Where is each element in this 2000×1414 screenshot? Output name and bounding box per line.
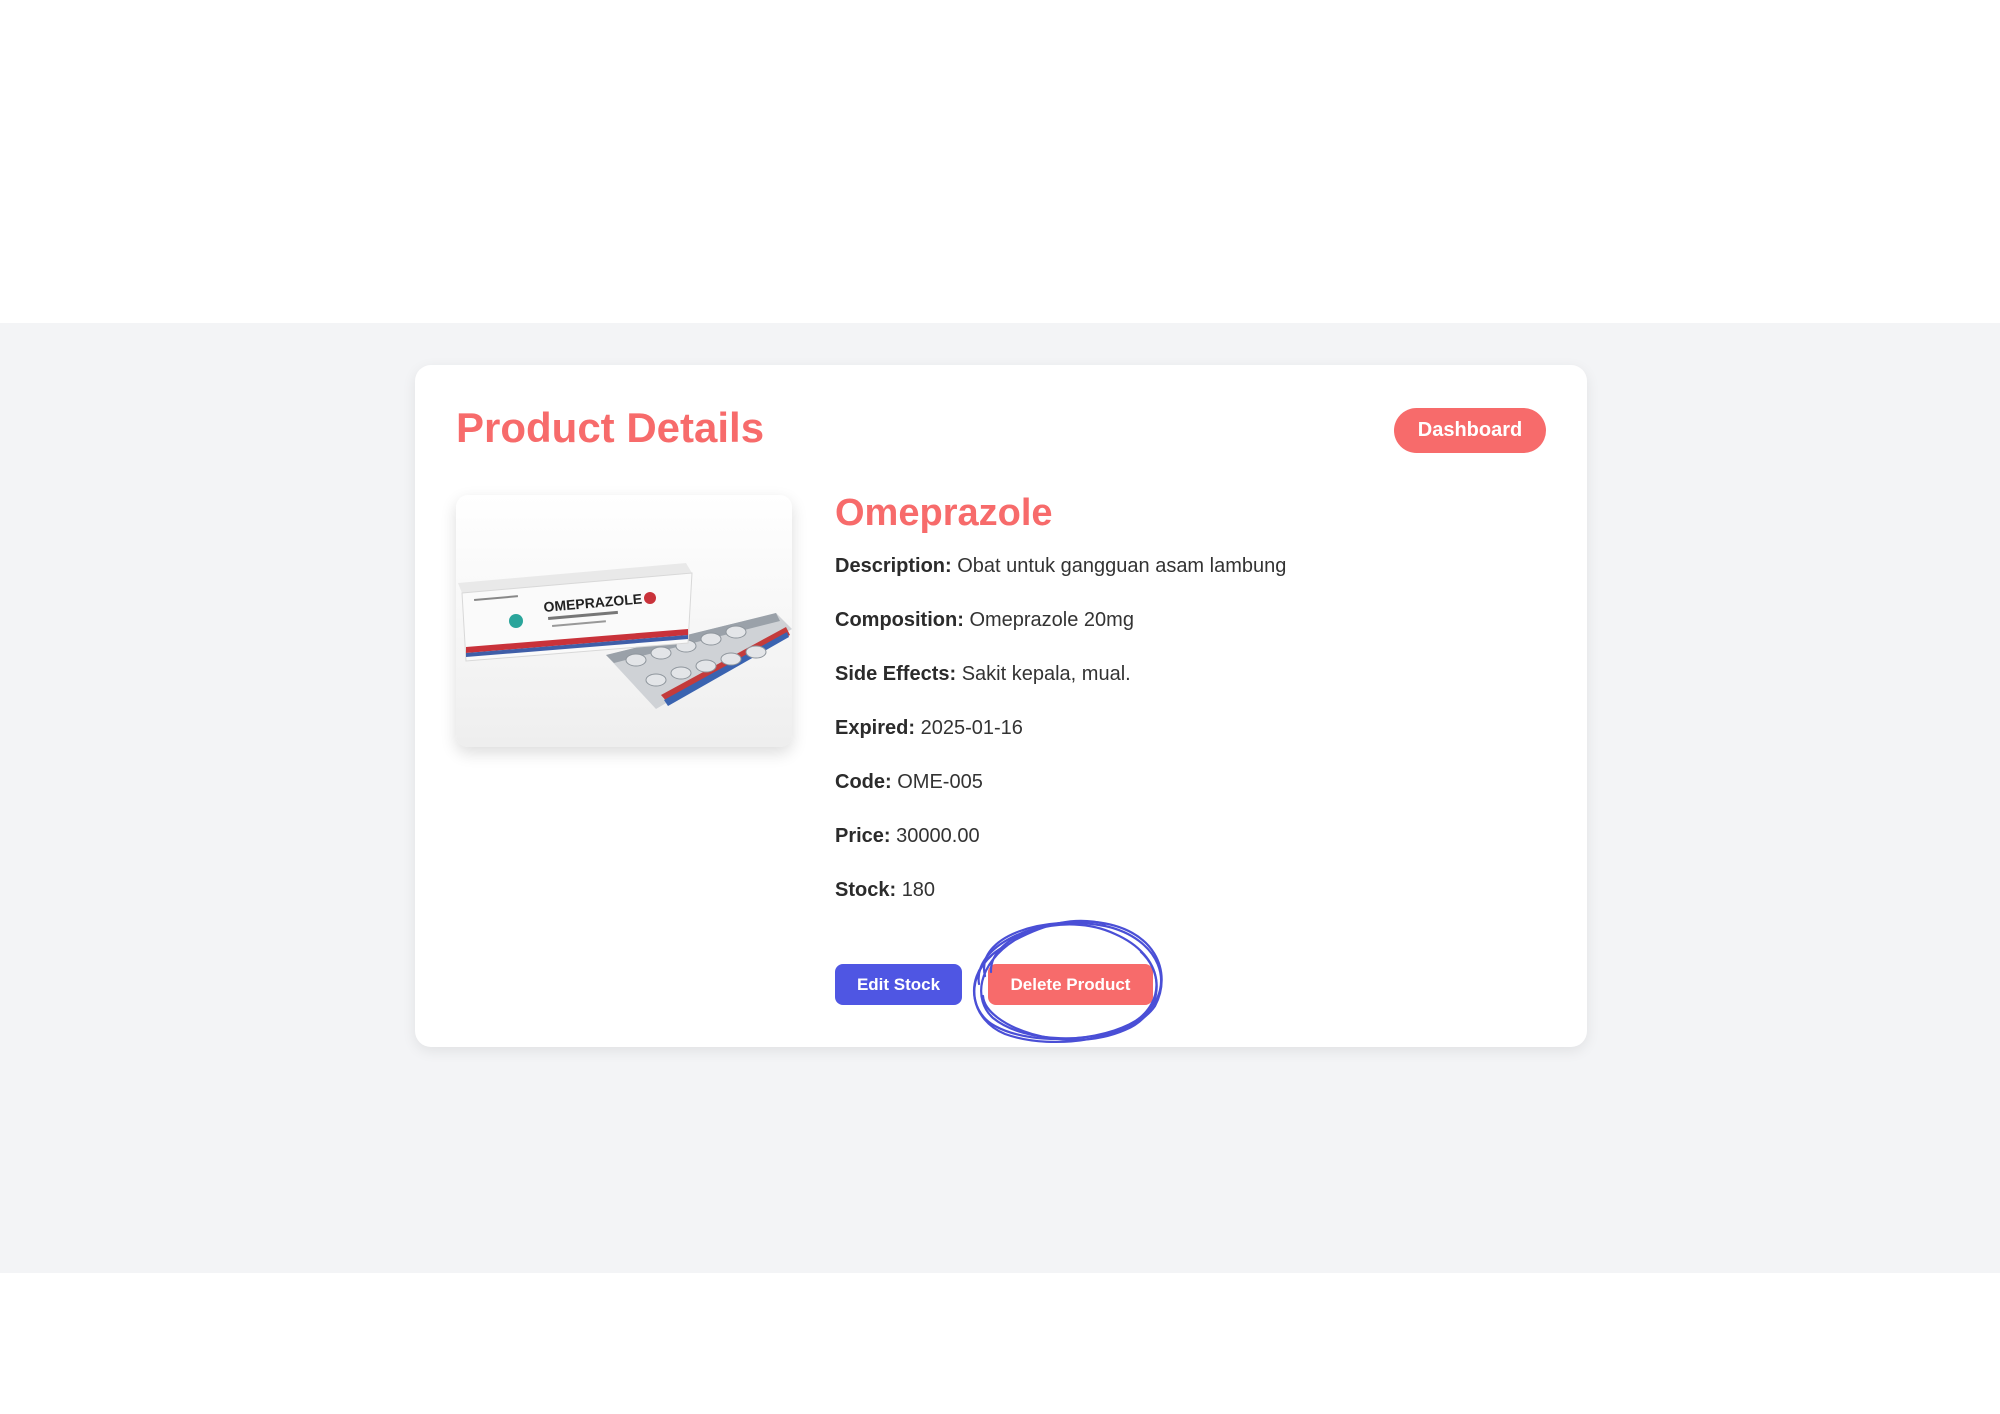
field-value: 180 <box>901 878 936 901</box>
delete-product-button[interactable]: Delete Product <box>988 964 1153 1005</box>
product-details-card: Product Details Dashboard OMEPRAZOLE Ome… <box>415 365 1587 1047</box>
field-side-effects: Side Effects: Sakit kepala, mual. <box>835 661 1535 715</box>
page-title: Product Details <box>456 404 765 451</box>
field-value: Obat untuk gangguan asam lambung <box>957 554 1287 577</box>
product-name: Omeprazole <box>835 492 1053 534</box>
field-label: Composition: <box>835 608 964 631</box>
page: Product Details Dashboard OMEPRAZOLE Ome… <box>0 0 2000 1414</box>
field-code: Code: OME-005 <box>835 769 1535 823</box>
field-label: Code: <box>835 770 892 793</box>
field-label: Expired: <box>835 716 916 739</box>
field-description: Description: Obat untuk gangguan asam la… <box>835 553 1535 607</box>
field-expired: Expired: 2025-01-16 <box>835 715 1535 769</box>
field-label: Side Effects: <box>835 662 957 685</box>
field-label: Price: <box>835 824 891 847</box>
product-info: Omeprazole Description: Obat untuk gangg… <box>835 491 1535 931</box>
field-stock: Stock: 180 <box>835 877 1535 931</box>
edit-stock-button[interactable]: Edit Stock <box>835 964 962 1005</box>
dashboard-button[interactable]: Dashboard <box>1394 408 1546 453</box>
product-image: OMEPRAZOLE <box>456 495 792 747</box>
field-value: Sakit kepala, mual. <box>961 662 1131 685</box>
medicine-box-icon: OMEPRAZOLE <box>456 495 792 747</box>
field-label: Stock: <box>835 878 897 901</box>
field-label: Description: <box>835 554 952 577</box>
field-value: 2025-01-16 <box>920 716 1023 739</box>
field-composition: Composition: Omeprazole 20mg <box>835 607 1535 661</box>
field-price: Price: 30000.00 <box>835 823 1535 877</box>
field-value: 30000.00 <box>896 824 980 847</box>
field-value: OME-005 <box>897 770 983 793</box>
field-value: Omeprazole 20mg <box>969 608 1134 631</box>
